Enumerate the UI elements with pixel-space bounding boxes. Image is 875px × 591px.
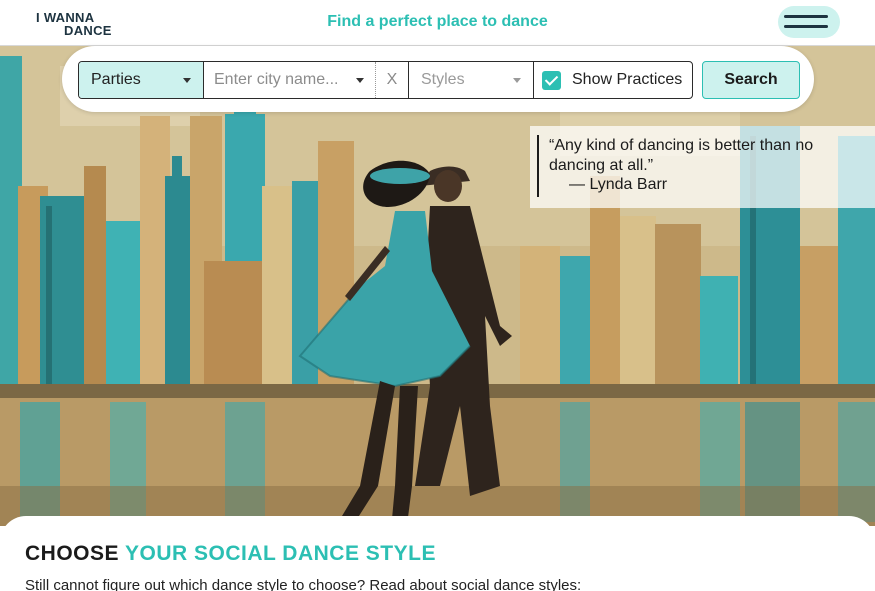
section-title-part-2: YOUR SOCIAL DANCE STYLE	[124, 542, 436, 565]
event-type-value: Parties	[91, 71, 141, 88]
styles-placeholder: Styles	[421, 71, 465, 88]
section-subtitle: Still cannot figure out which dance styl…	[25, 577, 582, 591]
checkbox-checked-icon[interactable]	[542, 71, 561, 90]
section-title: CHOOSE YOUR SOCIAL DANCE STYLE	[25, 542, 436, 566]
section-title-part-1: CHOOSE	[25, 542, 120, 565]
hero-painting	[0, 46, 875, 526]
search-bar: Parties Enter city name... X Styles Show…	[62, 46, 814, 112]
hamburger-menu-button[interactable]	[778, 6, 840, 38]
search-button[interactable]: Search	[702, 61, 800, 99]
quote-box: “Any kind of dancing is better than no d…	[530, 126, 875, 208]
quote-author: — Lynda Barr	[569, 176, 668, 193]
chevron-down-icon	[356, 78, 364, 83]
hamburger-icon	[784, 15, 828, 18]
city-input[interactable]: Enter city name...	[204, 62, 376, 98]
show-practices-label: Show Practices	[572, 71, 683, 88]
city-placeholder: Enter city name...	[214, 71, 339, 88]
quote-text: Any kind of dancing is better than no da…	[549, 137, 814, 174]
show-practices-toggle[interactable]: Show Practices	[534, 62, 692, 98]
chevron-down-icon	[513, 78, 521, 83]
clear-city-button[interactable]: X	[376, 62, 409, 98]
dance-styles-section: CHOOSE YOUR SOCIAL DANCE STYLE Still can…	[0, 516, 875, 591]
site-header: I WANNA DANCE Find a perfect place to da…	[0, 0, 875, 46]
hamburger-icon-bar	[784, 25, 828, 28]
chevron-down-icon	[183, 78, 191, 83]
event-type-select[interactable]: Parties	[79, 62, 204, 98]
styles-select[interactable]: Styles	[409, 62, 534, 98]
search-filters: Parties Enter city name... X Styles Show…	[78, 61, 693, 99]
quote-divider	[537, 135, 539, 197]
quote-text-wrapper: “Any kind of dancing is better than no d…	[549, 137, 814, 174]
tagline: Find a perfect place to dance	[327, 13, 548, 30]
dancing-couple-cityscape-image	[0, 46, 875, 526]
